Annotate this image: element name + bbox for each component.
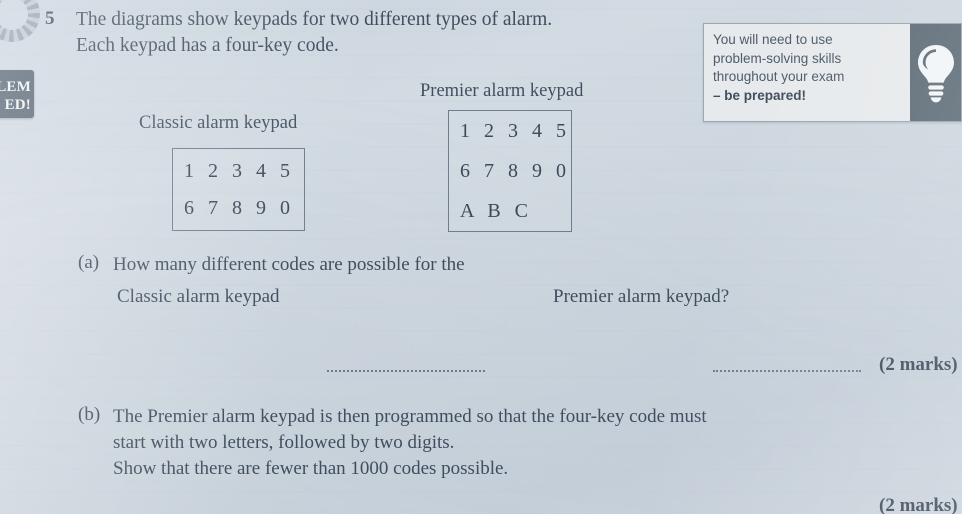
part-b-line-1: The Premier alarm keypad is then program…: [113, 406, 707, 427]
question-stem: The diagrams show keypads for two differ…: [76, 7, 676, 58]
part-a-marks: (2 marks): [879, 354, 958, 375]
exam-tip-box: You will need to use problem-solving ski…: [703, 23, 962, 122]
keypad-row: 1 2 3 4 5: [460, 119, 571, 142]
part-a-subprompt-classic: Classic alarm keypad: [117, 286, 280, 307]
answer-line-classic[interactable]: [327, 366, 485, 372]
lightbulb-icon: [917, 44, 954, 102]
part-a-label: (a): [78, 252, 100, 273]
question-stem-line-2: Each keypad has a four-key code.: [76, 34, 339, 56]
keypad-row: 6 7 8 9 0: [460, 159, 571, 182]
part-b-marks: (2 marks): [879, 495, 958, 514]
answer-line-premier[interactable]: [713, 366, 861, 372]
segmented-circle-logo-icon: [0, 0, 40, 42]
exam-question-page: LEM ED! You will need to use problem-sol…: [0, 0, 962, 514]
bleed-through-text: [140, 150, 144, 166]
classic-keypad-diagram: 1 2 3 4 5 6 7 8 9 0: [172, 148, 305, 231]
keypad-row: A B C: [460, 199, 533, 222]
badge-line-2: ED!: [4, 97, 31, 113]
logo-ring: [0, 0, 40, 42]
badge-line-1: LEM: [0, 79, 31, 95]
question-number: 5: [45, 8, 55, 29]
part-b-text: The Premier alarm keypad is then program…: [113, 404, 803, 482]
problem-solved-badge: LEM ED!: [0, 70, 34, 118]
tip-line-1: You will need to use: [713, 32, 833, 47]
premier-keypad-caption: Premier alarm keypad: [420, 81, 584, 101]
tip-line-4: – be prepared!: [713, 87, 807, 103]
part-b-line-3: Show that there are fewer than 1000 code…: [113, 458, 509, 479]
tip-icon-panel: [910, 24, 961, 121]
question-stem-line-1: The diagrams show keypads for two differ…: [76, 9, 553, 30]
keypad-row: 6 7 8 9 0: [184, 196, 295, 219]
part-b-label: (b): [78, 404, 101, 425]
exam-tip-text: You will need to use problem-solving ski…: [704, 24, 910, 121]
part-b-line-2: start with two letters, followed by two …: [113, 432, 455, 453]
bleed-through-text: [90, 318, 94, 334]
premier-keypad-diagram: 1 2 3 4 5 6 7 8 9 0 A B C: [448, 110, 572, 232]
part-a-subprompt-premier: Premier alarm keypad?: [553, 286, 730, 307]
part-a-text: How many different codes are possible fo…: [113, 254, 465, 275]
keypad-row: 1 2 3 4 5: [184, 159, 295, 182]
tip-line-3: throughout your exam: [713, 69, 845, 85]
classic-keypad-caption: Classic alarm keypad: [139, 113, 298, 133]
tip-line-2: problem-solving skills: [713, 50, 842, 66]
